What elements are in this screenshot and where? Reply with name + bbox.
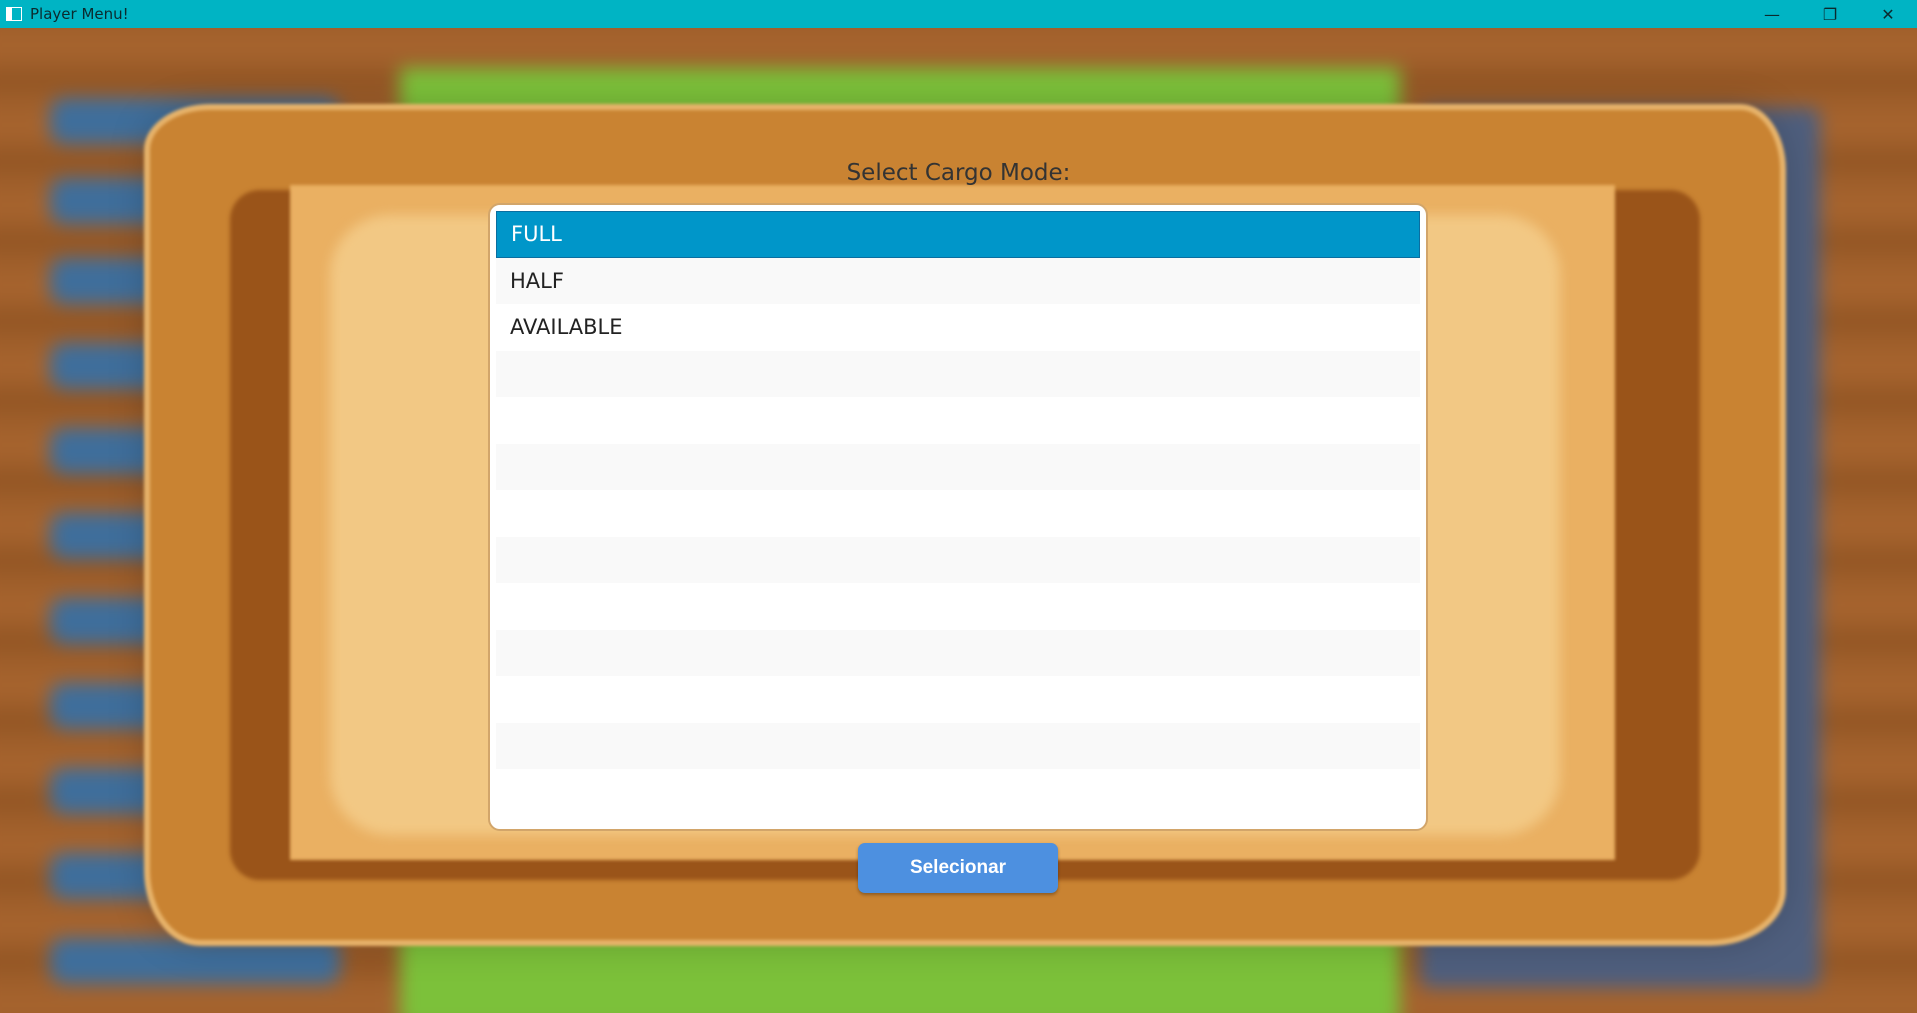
- select-button[interactable]: Selecionar: [858, 843, 1058, 893]
- background-button: [50, 938, 340, 984]
- empty-list-row: [496, 583, 1420, 630]
- empty-list-row: [496, 676, 1420, 723]
- window-controls: — ❐ ✕: [1743, 0, 1917, 28]
- minimize-button[interactable]: —: [1743, 0, 1801, 28]
- cargo-mode-list[interactable]: FULL HALF AVAILABLE: [488, 203, 1428, 831]
- empty-list-row: [496, 629, 1420, 676]
- empty-list-row: [496, 722, 1420, 769]
- window-title-bar: Player Menu! — ❐ ✕: [0, 0, 1917, 28]
- list-item-full[interactable]: FULL: [496, 211, 1420, 258]
- restore-button[interactable]: ❐: [1801, 0, 1859, 28]
- empty-list-row: [496, 536, 1420, 583]
- window-title: Player Menu!: [30, 5, 129, 23]
- empty-list-row: [496, 490, 1420, 537]
- empty-list-row: [496, 397, 1420, 444]
- list-item-half[interactable]: HALF: [496, 257, 1420, 304]
- close-button[interactable]: ✕: [1859, 0, 1917, 28]
- empty-list-row: [496, 443, 1420, 490]
- app-icon: [6, 7, 22, 21]
- list-item-available[interactable]: AVAILABLE: [496, 304, 1420, 351]
- empty-list-row: [496, 769, 1420, 816]
- dialog-prompt: Select Cargo Mode:: [846, 160, 1071, 186]
- empty-list-row: [496, 350, 1420, 397]
